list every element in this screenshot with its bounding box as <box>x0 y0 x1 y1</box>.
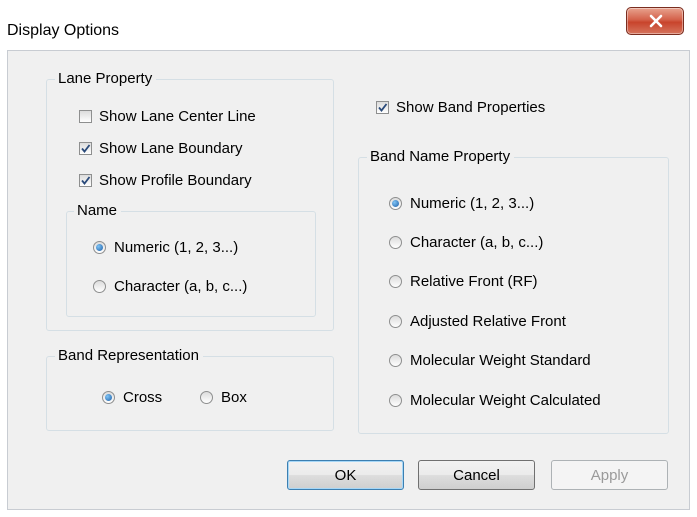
radio-label: Numeric (1, 2, 3...) <box>114 239 239 256</box>
lane-property-group: Lane Property Show Lane Center Line Show… <box>46 70 334 331</box>
band-box-radio[interactable]: Box <box>200 389 247 406</box>
close-icon <box>649 14 663 28</box>
checkbox-label: Show Band Properties <box>396 99 546 116</box>
window-title: Display Options <box>7 22 120 39</box>
radio-button <box>389 197 402 210</box>
show-profile-boundary-checkbox[interactable]: Show Profile Boundary <box>79 172 252 189</box>
radio-button <box>200 391 213 404</box>
checkbox-box <box>79 110 92 123</box>
band-cross-radio[interactable]: Cross <box>102 389 162 406</box>
radio-label: Cross <box>123 389 163 406</box>
band-name-numeric-radio[interactable]: Numeric (1, 2, 3...) <box>389 195 534 212</box>
band-representation-group: Band Representation Cross Box <box>46 347 334 431</box>
checkbox-box <box>79 142 92 155</box>
radio-button <box>389 315 402 328</box>
name-legend: Name <box>74 202 122 219</box>
ok-button[interactable]: OK <box>287 460 404 490</box>
close-button[interactable] <box>626 7 684 35</box>
band-name-relative-front-radio[interactable]: Relative Front (RF) <box>389 273 538 290</box>
band-name-adjusted-relative-front-radio[interactable]: Adjusted Relative Front <box>389 313 566 330</box>
radio-label: Molecular Weight Standard <box>410 352 591 369</box>
radio-button <box>93 241 106 254</box>
checkmark-icon <box>81 176 91 185</box>
show-band-properties-checkbox[interactable]: Show Band Properties <box>376 99 545 116</box>
radio-label: Character (a, b, c...) <box>410 234 544 251</box>
band-name-property-group: Band Name Property Numeric (1, 2, 3...) … <box>358 148 669 434</box>
checkbox-box <box>79 174 92 187</box>
radio-label: Relative Front (RF) <box>410 273 538 290</box>
band-name-mw-standard-radio[interactable]: Molecular Weight Standard <box>389 352 591 369</box>
radio-label: Numeric (1, 2, 3...) <box>410 195 535 212</box>
radio-label: Character (a, b, c...) <box>114 278 248 295</box>
band-name-character-radio[interactable]: Character (a, b, c...) <box>389 234 543 251</box>
radio-button <box>102 391 115 404</box>
checkbox-label: Show Lane Center Line <box>99 108 256 125</box>
band-name-property-legend: Band Name Property <box>367 148 515 165</box>
radio-button <box>389 354 402 367</box>
checkbox-label: Show Profile Boundary <box>99 172 252 189</box>
radio-label: Molecular Weight Calculated <box>410 392 601 409</box>
checkmark-icon <box>378 103 388 112</box>
radio-label: Adjusted Relative Front <box>410 313 566 330</box>
radio-label: Box <box>221 389 247 406</box>
dialog-client-area: Lane Property Show Lane Center Line Show… <box>7 50 690 510</box>
lane-property-legend: Lane Property <box>55 70 157 87</box>
checkbox-label: Show Lane Boundary <box>99 140 243 157</box>
title-bar: Display Options <box>0 0 697 50</box>
radio-button <box>389 275 402 288</box>
show-lane-boundary-checkbox[interactable]: Show Lane Boundary <box>79 140 242 157</box>
radio-button <box>389 236 402 249</box>
band-representation-legend: Band Representation <box>55 347 203 364</box>
name-character-radio[interactable]: Character (a, b, c...) <box>93 278 247 295</box>
checkmark-icon <box>81 144 91 153</box>
checkbox-box <box>376 101 389 114</box>
show-lane-center-line-checkbox[interactable]: Show Lane Center Line <box>79 108 256 125</box>
radio-button <box>93 280 106 293</box>
band-name-mw-calculated-radio[interactable]: Molecular Weight Calculated <box>389 392 601 409</box>
name-group: Name Numeric (1, 2, 3...) Character (a, … <box>66 202 316 317</box>
cancel-button[interactable]: Cancel <box>418 460 535 490</box>
name-numeric-radio[interactable]: Numeric (1, 2, 3...) <box>93 239 238 256</box>
radio-button <box>389 394 402 407</box>
apply-button[interactable]: Apply <box>551 460 668 490</box>
